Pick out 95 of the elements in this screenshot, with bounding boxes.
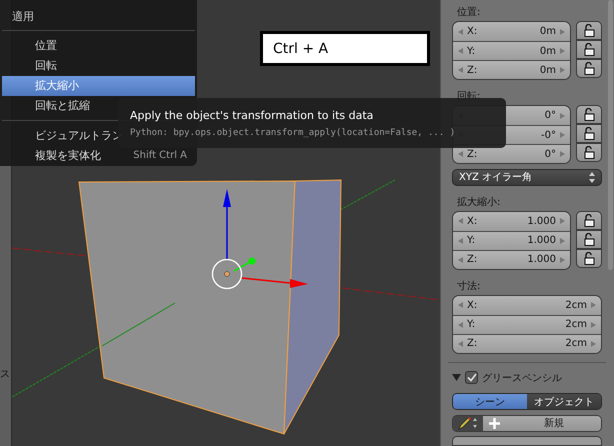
open-lock-icon [584,108,594,121]
lock-button[interactable] [576,230,602,249]
right-arrow-icon [591,302,596,308]
lock-button[interactable] [576,124,602,143]
open-lock-icon [584,24,594,37]
tooltip-description: Apply the object's transformation to its data [130,109,374,122]
axis-label: Z: [467,254,478,266]
number-field[interactable]: Y: 0m [453,41,570,60]
left-arrow-icon [458,151,463,157]
tab[interactable]: オブジェクト [527,394,601,409]
lock-button[interactable] [576,143,602,162]
right-arrow-icon [560,256,565,263]
menu-title: 適用 [11,9,35,25]
plus-icon [489,418,500,429]
panel-title: グリースペンシル [482,372,562,385]
number-field[interactable]: Z: 0m [453,60,570,79]
lock-button[interactable] [576,248,602,268]
pencil-button[interactable] [453,416,483,431]
number-field[interactable]: X: 2cm [453,296,601,315]
right-arrow-icon [560,67,565,73]
number-field[interactable]: Y: 1.000 [453,230,570,250]
left-arrow-icon [458,238,463,244]
expand-triangle-icon[interactable] [452,373,461,382]
right-arrow-icon [591,340,596,347]
lock-button[interactable] [576,21,602,40]
field-value: 0° [544,148,556,160]
axis-label: Y: [467,46,476,56]
right-arrow-icon [591,322,596,328]
field-value: 1.000 [527,235,556,246]
field-value: 1.000 [527,216,556,227]
scrollbar[interactable] [608,0,613,270]
shortcut-hint: Ctrl + A [260,31,430,66]
menu-item[interactable]: 拡大縮小 [2,76,195,96]
right-arrow-icon [560,48,565,54]
left-arrow-icon [458,28,463,34]
open-lock-icon [584,62,594,75]
menu-item[interactable]: 回転 [2,56,195,76]
section-title: 寸法: [456,280,482,294]
left-arrow-icon [458,67,463,73]
axis-label: Z: [467,64,478,76]
number-field[interactable]: Z: 0° [453,144,570,163]
axis-label: Y: [467,235,476,246]
open-lock-icon [584,214,594,227]
right-arrow-icon [560,151,565,157]
left-arrow-icon [458,48,463,54]
open-lock-icon [584,232,594,246]
field-value: 0m [540,46,556,56]
field-value: 2cm [565,300,587,311]
field-value: 1.000 [527,254,556,266]
field-value: -0° [541,130,556,140]
section-title: 位置: [456,6,482,20]
lock-button[interactable] [576,105,602,124]
right-arrow-icon [560,218,565,224]
axis-label: X: [467,216,478,227]
right-arrow-icon [560,112,565,118]
field-value: 0m [540,64,556,76]
lock-button[interactable] [576,210,602,230]
lock-button[interactable] [576,59,602,78]
left-arrow-icon [458,218,463,224]
field-value: 0° [544,110,556,121]
tab[interactable]: シーン [453,394,527,409]
number-field[interactable]: X: 0m [453,22,570,41]
field-value: 2cm [565,338,587,350]
checkbox[interactable] [465,371,478,384]
field-value: 0m [540,26,556,37]
updown-icon [589,172,595,183]
left-arrow-icon [458,256,463,263]
rotation-mode-dropdown[interactable]: XYZ オイラー角 [452,169,602,186]
number-field[interactable]: Z: 2cm [453,334,601,353]
field-value: 2cm [565,319,587,330]
axis-label: Z: [467,338,478,350]
number-field[interactable]: Z: 1.000 [453,250,570,269]
open-lock-icon [584,252,594,265]
number-field[interactable]: Y: 2cm [453,314,601,334]
right-arrow-icon [560,28,565,34]
number-field[interactable]: X: 1.000 [453,212,570,231]
right-arrow-icon [560,238,565,244]
toolbar-text: ス [0,368,11,382]
left-arrow-icon [458,302,463,308]
right-arrow-icon [560,132,565,138]
left-arrow-icon [458,340,463,347]
new-button[interactable]: 新規 [483,416,601,431]
axis-label: Y: [467,319,476,330]
lock-button[interactable] [576,40,602,59]
open-lock-icon [584,127,594,140]
left-arrow-icon [458,322,463,328]
axis-label: Z: [467,148,478,160]
open-lock-icon [584,146,594,159]
section-title: 拡大縮小: [456,196,502,210]
menu-item[interactable]: 複製を実体化 Shift Ctrl A [2,146,195,166]
axis-label: X: [467,26,478,37]
axis-label: X: [467,300,478,311]
pencil-icon [458,416,478,430]
open-lock-icon [584,43,594,56]
menu-item[interactable]: 位置 [2,36,195,56]
